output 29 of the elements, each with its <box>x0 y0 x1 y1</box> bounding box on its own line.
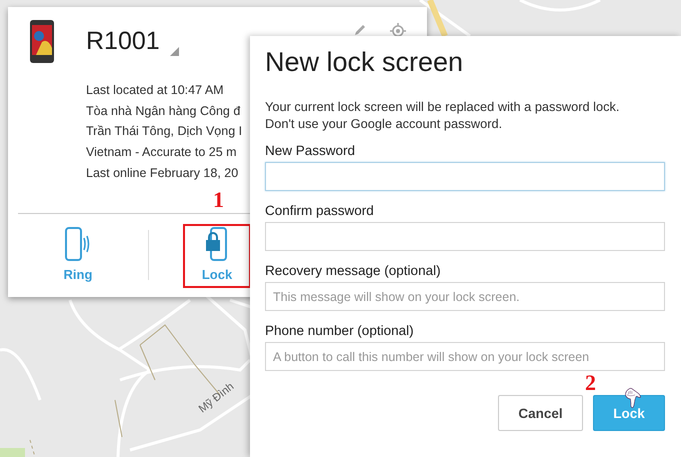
pointing-hand-icon <box>622 388 644 410</box>
field-label: New Password <box>265 143 356 158</box>
target-icon[interactable] <box>390 23 406 39</box>
device-name: R1001 <box>86 27 160 56</box>
dialog-title: New lock screen <box>265 46 464 78</box>
input-field[interactable]: A button to call this number will show on your lock screen <box>265 342 665 371</box>
cancel-button[interactable]: Cancel <box>498 395 583 431</box>
step-number: 2 <box>585 370 596 396</box>
ringing-phone-icon <box>65 227 91 261</box>
field-label: Phone number (optional) <box>265 323 415 338</box>
input-field[interactable] <box>265 222 665 251</box>
phone-lock-icon <box>205 227 229 261</box>
step-number: 1 <box>213 187 224 213</box>
map-street-label: Mỹ Đình <box>196 380 236 416</box>
lock-action-button[interactable]: Lock <box>183 224 251 288</box>
field-label: Recovery message (optional) <box>265 263 442 278</box>
device-info-line: Tòa nhà Ngân hàng Công đ <box>86 102 242 120</box>
phone-image <box>30 20 54 63</box>
lock-button[interactable]: Lock <box>593 395 665 431</box>
ring-action-button[interactable]: Ring <box>44 224 112 288</box>
device-info-line: Last located at 10:47 AM <box>86 82 225 99</box>
device-info-line: Vietnam - Accurate to 25 m <box>86 144 238 162</box>
device-info-line: Trần Thái Tông, Dịch Vọng I <box>86 123 244 140</box>
dialog-description: Your current lock screen will be replaced with a password lock. Don't use your Google account password. <box>265 98 620 132</box>
field-label: Confirm password <box>265 203 375 218</box>
input-field[interactable] <box>265 162 665 191</box>
input-field[interactable]: This message will show on your lock screen. <box>265 282 665 311</box>
dropdown-triangle-icon[interactable] <box>170 47 179 56</box>
device-info-line: Last online February 18, 20 <box>86 164 240 182</box>
